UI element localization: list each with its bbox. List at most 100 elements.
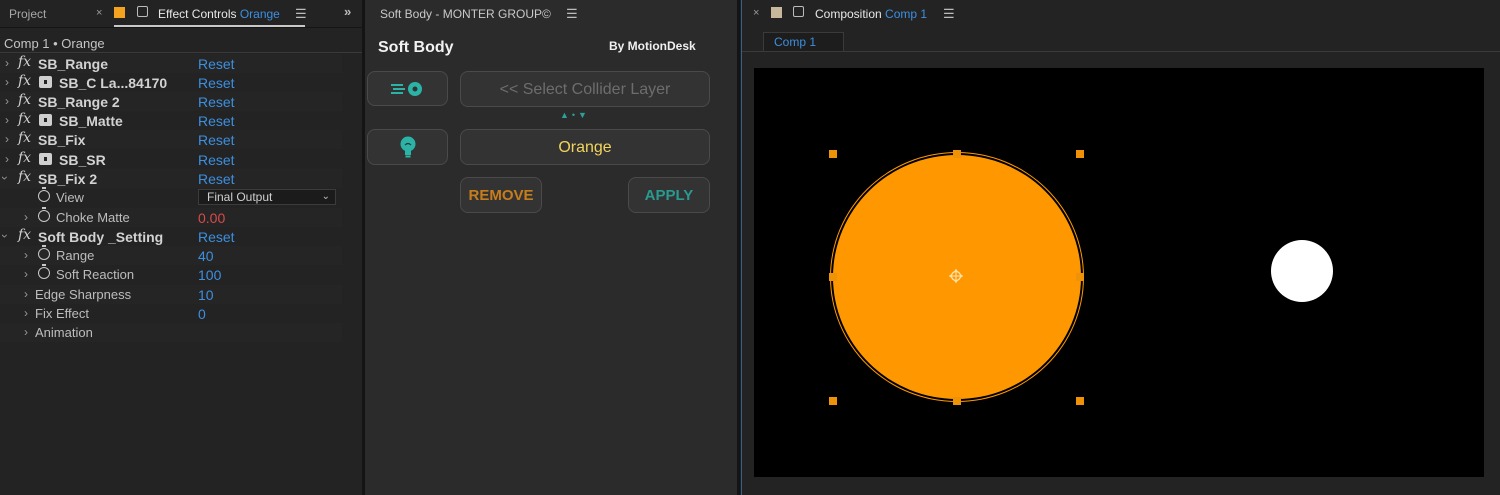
transform-handle[interactable] — [953, 150, 961, 158]
fx-icon[interactable]: fx — [18, 73, 31, 89]
anchor-point-icon[interactable] — [948, 268, 964, 284]
tab-comp-name: Comp 1 — [885, 7, 928, 21]
plugin-heading: Soft Body — [378, 39, 454, 56]
reset-link[interactable]: Reset — [198, 75, 235, 91]
stopwatch-icon[interactable] — [38, 187, 50, 202]
effect-controls-header: Comp 1 • Orange — [4, 36, 105, 51]
twirl-right-icon[interactable]: › — [5, 132, 9, 146]
lock-icon[interactable] — [793, 6, 804, 17]
close-tab-icon[interactable]: × — [753, 7, 759, 19]
composition-viewer[interactable] — [754, 68, 1484, 477]
stopwatch-icon[interactable] — [38, 245, 50, 260]
fx-icon[interactable]: fx — [18, 111, 31, 127]
twirl-down-icon[interactable]: › — [0, 176, 12, 180]
fx-icon[interactable]: fx — [18, 92, 31, 108]
effect-row-sb-matte[interactable]: › fx SB_Matte Reset — [0, 111, 342, 130]
panel-menu-icon[interactable]: ☰ — [566, 6, 578, 22]
transform-handle[interactable] — [1076, 397, 1084, 405]
fx-icon[interactable]: fx — [18, 130, 31, 146]
panel-title[interactable]: Soft Body - MONTER GROUP© — [380, 7, 551, 21]
param-name: Fix Effect — [35, 306, 89, 321]
twirl-right-icon[interactable]: › — [5, 56, 9, 70]
apply-button[interactable]: APPLY — [628, 177, 710, 213]
effect-row-sb-fix-2[interactable]: › fx SB_Fix 2 Reset — [0, 169, 342, 188]
twirl-right-icon[interactable]: › — [24, 287, 28, 301]
comp-subtab[interactable]: Comp 1 — [763, 32, 844, 51]
view-dropdown-value: Final Output — [207, 190, 273, 204]
param-value[interactable]: 100 — [198, 267, 221, 283]
reset-link[interactable]: Reset — [198, 113, 235, 129]
double-chevron-right-icon[interactable]: » — [344, 4, 351, 19]
param-value[interactable]: 10 — [198, 287, 214, 303]
param-value[interactable]: 40 — [198, 248, 214, 264]
fx-icon[interactable]: fx — [18, 150, 31, 166]
collider-button[interactable] — [367, 71, 448, 106]
twirl-right-icon[interactable]: › — [5, 152, 9, 166]
param-value[interactable]: 0 — [198, 306, 206, 322]
lock-badge-icon — [39, 153, 52, 165]
reset-link[interactable]: Reset — [198, 132, 235, 148]
twirl-right-icon[interactable]: › — [5, 75, 9, 89]
tab-project[interactable]: Project — [9, 7, 46, 21]
param-name: Edge Sharpness — [35, 287, 132, 302]
reset-link[interactable]: Reset — [198, 229, 235, 245]
reset-link[interactable]: Reset — [198, 94, 235, 110]
layer-button[interactable] — [367, 129, 448, 165]
transform-handle[interactable] — [829, 150, 837, 158]
transform-handle[interactable] — [953, 397, 961, 405]
reset-link[interactable]: Reset — [198, 171, 235, 187]
twirl-right-icon[interactable]: › — [24, 325, 28, 339]
twirl-right-icon[interactable]: › — [24, 248, 28, 262]
divider — [742, 51, 1500, 52]
view-dropdown[interactable]: Final Output ⌄ — [198, 189, 336, 205]
fx-icon[interactable]: fx — [18, 227, 31, 243]
swap-arrows-icon[interactable]: ▲•▼ — [560, 110, 590, 120]
effect-row-sb-range-2[interactable]: › fx SB_Range 2 Reset — [0, 92, 342, 111]
effect-row-sb-c-la[interactable]: › fx SB_C La...84170 Reset — [0, 73, 342, 92]
param-row-fix-effect: › Fix Effect 0 — [0, 304, 342, 323]
effect-row-sb-range[interactable]: › fx SB_Range Reset — [0, 54, 342, 73]
twirl-right-icon[interactable]: › — [24, 210, 28, 224]
label-swatch — [771, 7, 782, 18]
tab-composition[interactable]: Composition Comp 1 — [815, 7, 927, 21]
select-collider-button[interactable]: << Select Collider Layer — [460, 71, 710, 107]
stopwatch-icon[interactable] — [38, 207, 50, 222]
panel-divider[interactable] — [737, 0, 740, 495]
label-swatch — [114, 7, 125, 18]
comp-subtab-label: Comp 1 — [774, 35, 817, 49]
twirl-right-icon[interactable]: › — [5, 113, 9, 127]
chevron-down-icon: ⌄ — [321, 191, 330, 202]
param-value[interactable]: 0.00 — [198, 210, 225, 226]
panel-menu-icon[interactable]: ☰ — [295, 6, 307, 22]
tab-effect-controls[interactable]: Effect Controls Orange — [158, 7, 280, 21]
reset-link[interactable]: Reset — [198, 152, 235, 168]
transform-handle[interactable] — [1076, 273, 1084, 281]
panel-menu-icon[interactable]: ☰ — [943, 6, 955, 22]
fx-icon[interactable]: fx — [18, 54, 31, 70]
param-row-range: › Range 40 — [0, 245, 342, 265]
effect-row-soft-body-setting[interactable]: › fx Soft Body _Setting Reset — [0, 227, 342, 246]
effect-row-sb-sr[interactable]: › fx SB_SR Reset — [0, 150, 342, 169]
effect-name: SB_SR — [59, 152, 106, 168]
target-layer-button[interactable]: Orange — [460, 129, 710, 165]
transform-handle[interactable] — [829, 273, 837, 281]
effect-name: SB_Fix 2 — [38, 171, 98, 187]
fx-icon[interactable]: fx — [18, 169, 31, 185]
effect-row-sb-fix[interactable]: › fx SB_Fix Reset — [0, 130, 342, 149]
close-tab-icon[interactable]: × — [96, 7, 102, 19]
lock-icon[interactable] — [137, 6, 148, 17]
twirl-right-icon[interactable]: › — [5, 94, 9, 108]
reset-link[interactable]: Reset — [198, 56, 235, 72]
remove-button[interactable]: REMOVE — [460, 177, 542, 213]
transform-handle[interactable] — [1076, 150, 1084, 158]
white-circle-layer[interactable] — [1271, 240, 1333, 302]
stopwatch-icon[interactable] — [38, 264, 50, 279]
effect-name: SB_Fix — [38, 132, 86, 148]
twirl-right-icon[interactable]: › — [24, 267, 28, 281]
twirl-right-icon[interactable]: › — [24, 306, 28, 320]
tab-layer-name: Orange — [239, 7, 280, 21]
transform-handle[interactable] — [829, 397, 837, 405]
remove-label: REMOVE — [468, 187, 534, 204]
twirl-down-icon[interactable]: › — [0, 234, 12, 238]
lock-badge-icon — [39, 114, 52, 126]
